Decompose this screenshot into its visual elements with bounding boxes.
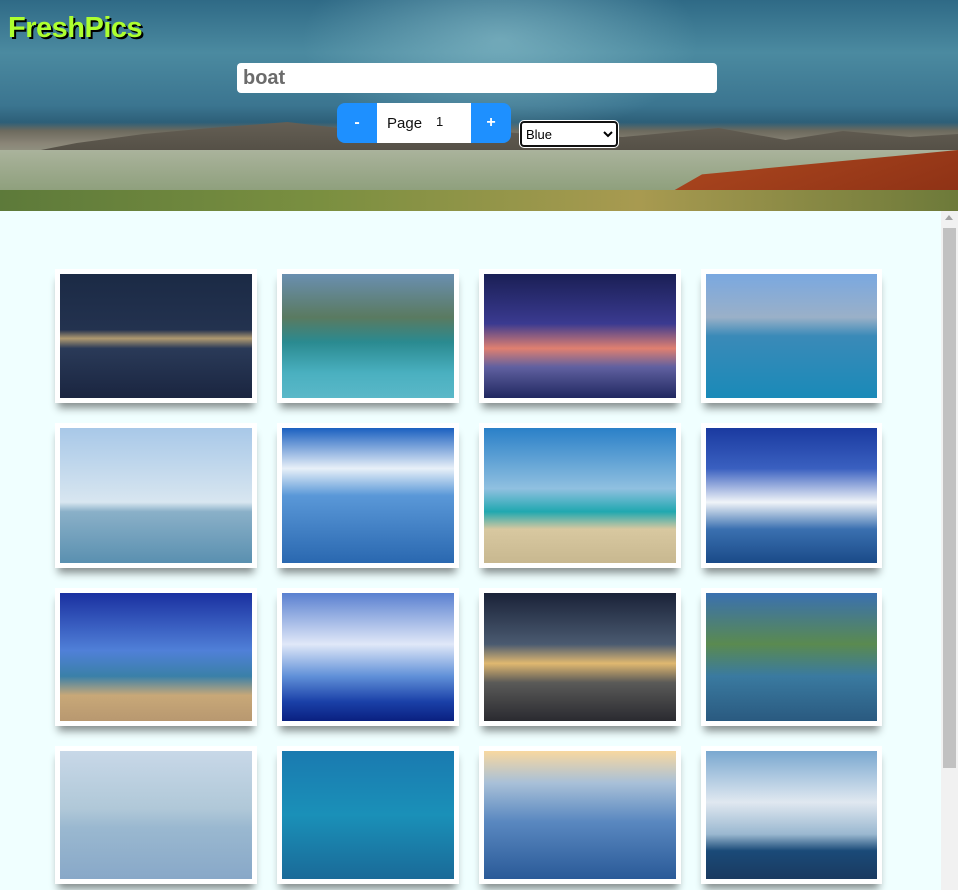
photo-thumbnail[interactable] bbox=[60, 751, 252, 879]
photo-card[interactable] bbox=[55, 423, 257, 568]
photo-thumbnail[interactable] bbox=[282, 428, 454, 563]
photo-card[interactable] bbox=[701, 269, 882, 403]
photo-thumbnail[interactable] bbox=[484, 593, 676, 721]
photo-card[interactable] bbox=[701, 746, 882, 884]
photo-thumbnail[interactable] bbox=[60, 593, 252, 721]
photo-thumbnail[interactable] bbox=[282, 593, 454, 721]
photo-card[interactable] bbox=[277, 746, 459, 884]
page-label: Page bbox=[387, 114, 423, 132]
photo-card[interactable] bbox=[277, 423, 459, 568]
photo-thumbnail[interactable] bbox=[484, 751, 676, 879]
app-logo[interactable]: FreshPics bbox=[8, 12, 143, 45]
photo-thumbnail[interactable] bbox=[60, 274, 252, 398]
color-filter-select[interactable]: Blue bbox=[519, 120, 619, 148]
photo-thumbnail[interactable] bbox=[706, 428, 877, 563]
photo-card[interactable] bbox=[55, 746, 257, 884]
photo-thumbnail[interactable] bbox=[706, 274, 877, 398]
banner-grass bbox=[0, 190, 958, 211]
photo-card[interactable] bbox=[701, 423, 882, 568]
vertical-scrollbar[interactable] bbox=[941, 211, 958, 890]
photo-card[interactable] bbox=[55, 269, 257, 403]
header-banner: FreshPics - Page 1 + Blue bbox=[0, 0, 958, 211]
photo-card[interactable] bbox=[479, 746, 681, 884]
photo-thumbnail[interactable] bbox=[484, 428, 676, 563]
scroll-up-arrow-icon[interactable] bbox=[945, 215, 953, 220]
page-number[interactable]: 1 bbox=[436, 114, 443, 129]
next-page-button[interactable]: + bbox=[471, 103, 511, 143]
scrollbar-thumb[interactable] bbox=[943, 228, 956, 768]
photo-thumbnail[interactable] bbox=[706, 751, 877, 879]
photo-thumbnail[interactable] bbox=[282, 751, 454, 879]
photo-card[interactable] bbox=[479, 588, 681, 726]
pagination-control: - Page 1 + bbox=[337, 103, 511, 143]
photo-thumbnail[interactable] bbox=[60, 428, 252, 563]
previous-page-button[interactable]: - bbox=[337, 103, 377, 143]
photo-card[interactable] bbox=[277, 269, 459, 403]
photo-card[interactable] bbox=[277, 588, 459, 726]
photo-card[interactable] bbox=[701, 588, 882, 726]
page-indicator: Page 1 bbox=[377, 103, 471, 143]
photo-thumbnail[interactable] bbox=[706, 593, 877, 721]
photo-card[interactable] bbox=[55, 588, 257, 726]
photo-card[interactable] bbox=[479, 269, 681, 403]
search-input[interactable] bbox=[237, 63, 717, 93]
photo-card[interactable] bbox=[479, 423, 681, 568]
photo-thumbnail[interactable] bbox=[282, 274, 454, 398]
photo-thumbnail[interactable] bbox=[484, 274, 676, 398]
